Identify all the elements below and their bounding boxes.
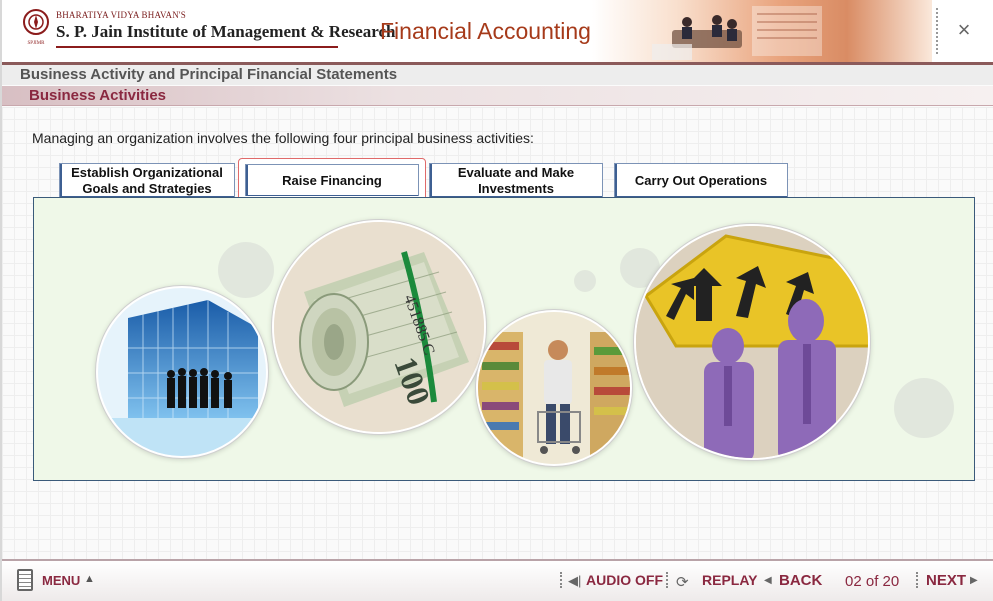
footer-divider [916, 572, 918, 588]
close-button[interactable]: × [952, 18, 976, 42]
tab-carry-out-operations[interactable]: Carry Out Operations [614, 163, 788, 197]
footer-divider [666, 572, 668, 588]
decor-bubble [574, 270, 596, 292]
direction-sign-illustration [636, 226, 868, 458]
tab-raise-financing[interactable]: Raise Financing [238, 158, 426, 202]
header-banner-image [592, 0, 932, 62]
supermarket-shopper-image [476, 310, 632, 466]
module-bar: Business Activity and Principal Financia… [2, 65, 993, 85]
business-team-illustration [98, 288, 266, 456]
logo-underline [56, 46, 338, 48]
speaker-icon[interactable]: ◀| [568, 573, 581, 589]
page-indicator: 02 of 20 [845, 573, 900, 590]
tab-label: Carry Out Operations [634, 172, 768, 188]
logo-tagline: BHARATIYA VIDYA BHAVAN'S [56, 10, 186, 20]
next-button[interactable]: NEXT [926, 572, 966, 589]
app-window: SPJIMR BHARATIYA VIDYA BHAVAN'S S. P. Ja… [0, 0, 993, 601]
svg-text:SPJIMR: SPJIMR [28, 41, 46, 46]
back-button[interactable]: BACK [779, 572, 822, 589]
module-title: Business Activity and Principal Financia… [20, 66, 398, 83]
menu-icon[interactable] [17, 569, 33, 591]
direction-sign-image [634, 224, 870, 460]
logo-name: S. P. Jain Institute of Management & Res… [56, 22, 396, 41]
footer-divider [560, 572, 562, 588]
tab-evaluate-investments[interactable]: Evaluate and Make Investments [429, 163, 603, 197]
institute-logo: SPJIMR BHARATIYA VIDYA BHAVAN'S S. P. Ja… [20, 8, 396, 52]
next-arrow-icon[interactable]: ▶ [970, 575, 978, 586]
header: SPJIMR BHARATIYA VIDYA BHAVAN'S S. P. Ja… [2, 0, 993, 62]
audio-toggle-button[interactable]: AUDIO OFF [586, 572, 663, 588]
close-divider [936, 8, 938, 54]
tab-establish-goals[interactable]: Establish Organizational Goals and Strat… [59, 163, 235, 197]
supermarket-illustration [478, 312, 630, 464]
replay-button[interactable]: REPLAY [702, 572, 758, 588]
menu-arrow-up-icon[interactable]: ▲ [84, 573, 95, 585]
seal-icon: SPJIMR [23, 9, 49, 46]
section-title: Business Activities [29, 87, 166, 104]
decor-bubble [894, 378, 954, 438]
back-arrow-icon[interactable]: ◀ [764, 575, 772, 586]
tab-label: Establish Organizational Goals and Strat… [71, 164, 223, 196]
business-team-image [96, 286, 268, 458]
footer-bar: MENU ▲ ◀| AUDIO OFF ⟳ REPLAY ◀ BACK 02 o… [2, 561, 993, 601]
meeting-illustration [652, 6, 822, 60]
activity-panel: 451885 C 100 [33, 197, 975, 481]
tab-inner-frame: Raise Financing [245, 164, 419, 196]
course-title: Financial Accounting [380, 18, 591, 44]
section-bar: Business Activities [2, 86, 993, 106]
tab-label: Raise Financing [282, 172, 382, 188]
menu-button[interactable]: MENU [42, 573, 80, 588]
decor-bubble [218, 242, 274, 298]
intro-text: Managing an organization involves the fo… [32, 130, 534, 146]
tab-label: Evaluate and Make Investments [457, 164, 575, 196]
replay-icon[interactable]: ⟳ [676, 573, 689, 591]
money-roll-illustration: 451885 C 100 [274, 222, 484, 432]
money-roll-image: 451885 C 100 [272, 220, 486, 434]
